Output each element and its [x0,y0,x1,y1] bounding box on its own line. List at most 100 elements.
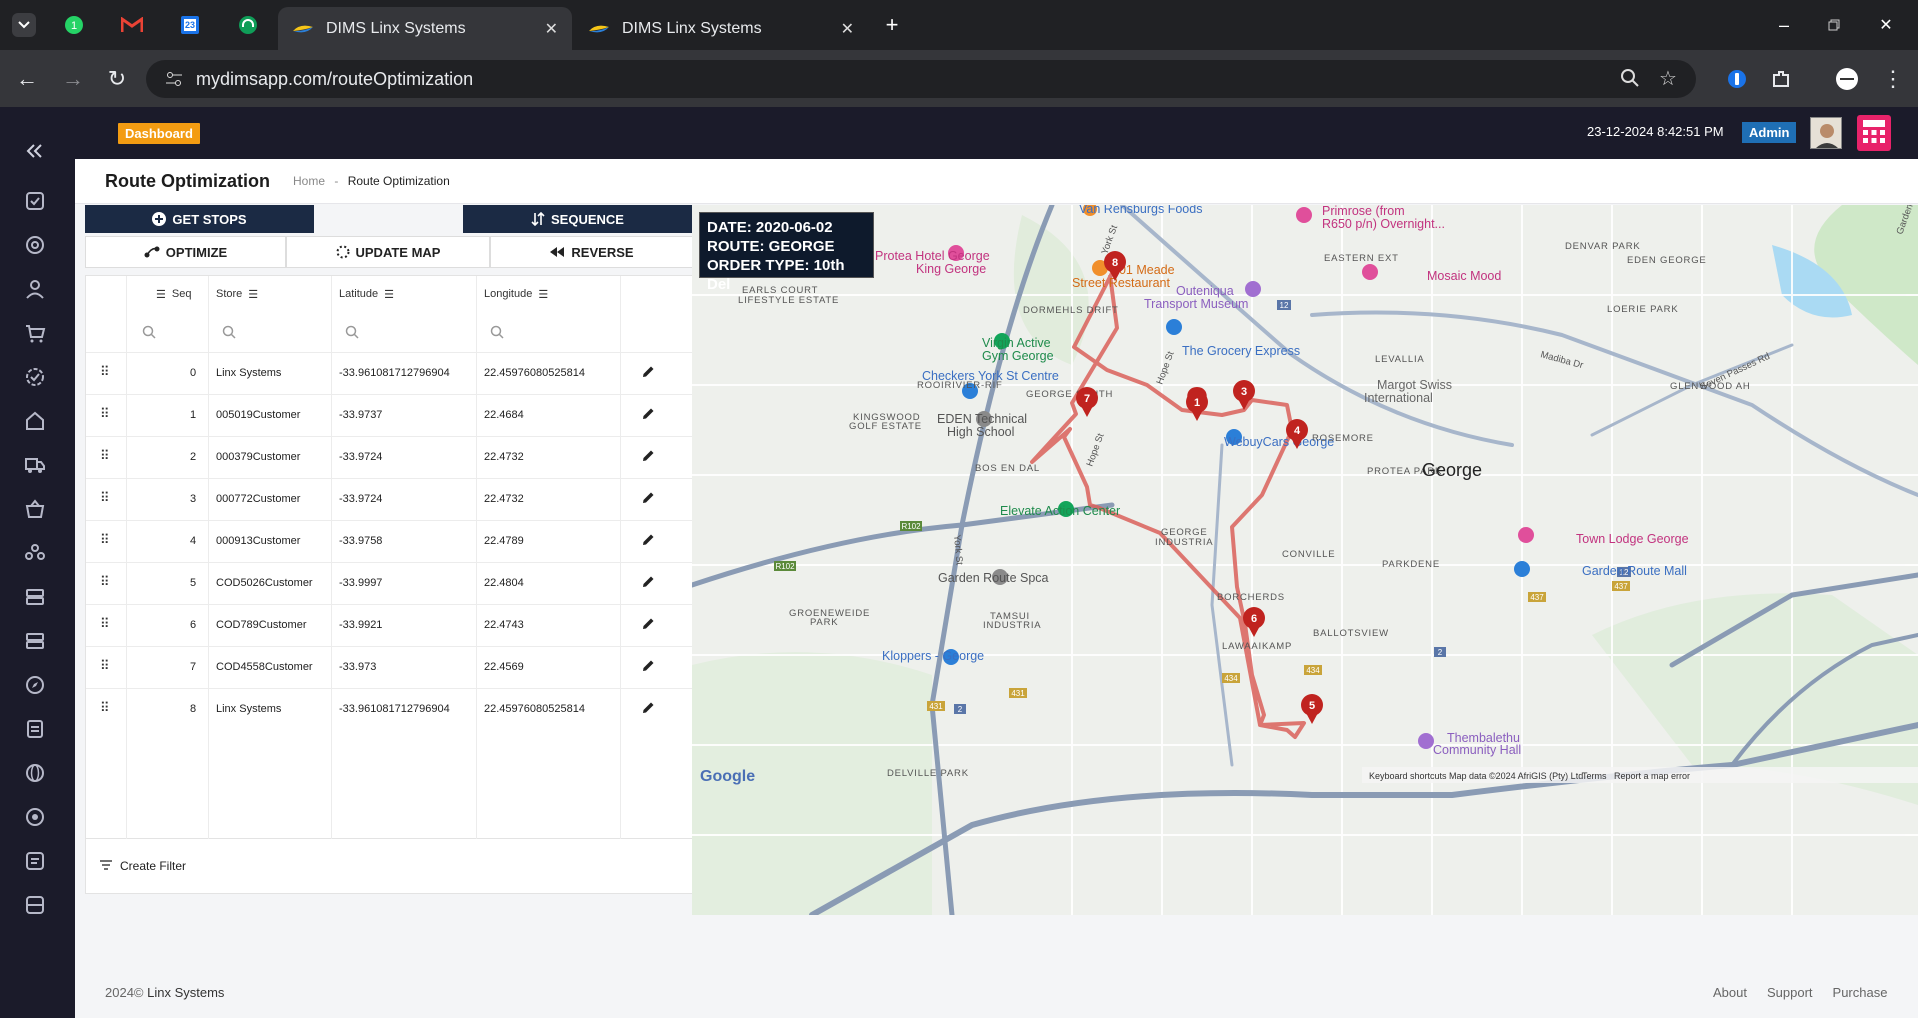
zoom-icon[interactable] [1620,68,1640,88]
calculator-icon[interactable] [1857,115,1891,151]
store-filter-search-icon[interactable] [222,312,236,352]
chrome-menu-icon[interactable]: ⋮ [1880,66,1906,92]
tab-dims-active[interactable]: DIMS Linx Systems ✕ [278,7,572,50]
reverse-button[interactable]: REVERSE [490,236,693,268]
area-label: ROOIRIVIER-RIF [917,380,1003,391]
cart-icon[interactable] [24,322,46,344]
user-avatar[interactable] [1810,117,1842,149]
stack-icon[interactable] [24,630,46,652]
drag-handle-icon[interactable]: ⠿ [100,616,110,632]
tab-close-icon[interactable]: ✕ [841,19,854,39]
edit-pencil-icon[interactable] [642,701,655,717]
extensions-icon[interactable] [1768,66,1794,92]
drag-handle-icon[interactable]: ⠿ [100,658,110,674]
site-settings-icon[interactable] [164,69,184,89]
latitude-filter-search-icon[interactable] [345,312,359,352]
database-icon[interactable] [24,894,46,916]
edit-pencil-icon[interactable] [642,533,655,549]
badge-icon[interactable] [24,366,46,388]
longitude-filter-search-icon[interactable] [490,312,504,352]
edit-pencil-icon[interactable] [642,575,655,591]
group-icon[interactable] [24,542,46,564]
column-header-seq[interactable]: ☰ Seq [156,276,191,312]
globe-icon[interactable] [24,762,46,784]
table-row[interactable]: ⠿ 3 000772Customer -33.9724 22.4732 [86,478,692,520]
place-label: Kloppers - George [882,649,984,663]
password-manager-icon[interactable] [1724,66,1750,92]
calendar-icon[interactable]: 23 [178,13,202,37]
create-filter-button[interactable]: Create Filter [85,839,693,894]
whatsapp-icon[interactable]: 1 [62,13,86,37]
tab-close-icon[interactable]: ✕ [545,19,558,39]
drag-handle-icon[interactable]: ⠿ [100,448,110,464]
target-icon[interactable] [24,806,46,828]
edit-pencil-icon[interactable] [642,365,655,381]
note-icon[interactable] [24,850,46,872]
column-header-latitude[interactable]: Latitude ☰ [339,276,394,312]
headset-icon[interactable] [236,13,260,37]
checklist-icon[interactable] [24,190,46,212]
url-field[interactable]: mydimsapp.com/routeOptimization ☆ [146,60,1696,98]
back-icon[interactable]: ← [14,66,40,92]
drag-handle-icon[interactable]: ⠿ [100,532,110,548]
minimize-icon[interactable]: – [1772,13,1796,37]
user-icon[interactable] [24,278,46,300]
admin-badge[interactable]: Admin [1742,122,1797,143]
update-map-button[interactable]: UPDATE MAP [286,236,490,268]
route-map[interactable]: R102 R102 12 12 2 2 431 431 434 434 437 … [692,205,1918,915]
drag-handle-icon[interactable]: ⠿ [100,700,110,716]
cell-store: COD789Customer [216,619,307,631]
settings-circle-icon[interactable] [24,234,46,256]
compass-icon[interactable] [24,674,46,696]
table-row[interactable]: ⠿ 5 COD5026Customer -33.9997 22.4804 [86,562,692,604]
footer-link-purchase[interactable]: Purchase [1833,985,1888,1000]
drag-handle-icon[interactable]: ⠿ [100,364,110,380]
map-canvas[interactable]: R102 R102 12 12 2 2 431 431 434 434 437 … [692,205,1918,915]
breadcrumb-home[interactable]: Home [293,174,325,188]
edit-pencil-icon[interactable] [642,659,655,675]
home-icon[interactable] [24,410,46,432]
forward-icon[interactable]: → [60,66,86,92]
stop-number: 3 [1241,386,1247,398]
get-stops-button[interactable]: GET STOPS [85,205,314,233]
breadcrumb-separator: - [334,174,339,188]
tab-dims-inactive[interactable]: DIMS Linx Systems ✕ [574,7,868,50]
sequence-button[interactable]: SEQUENCE [463,205,692,233]
truck-icon[interactable] [24,454,46,476]
optimize-button[interactable]: OPTIMIZE [85,236,286,268]
column-header-longitude[interactable]: Longitude ☰ [484,276,548,312]
profile-avatar-icon[interactable] [1834,66,1860,92]
footer-link-about[interactable]: About [1713,985,1747,1000]
column-header-store[interactable]: Store ☰ [216,276,258,312]
restore-icon[interactable] [1822,13,1846,37]
edit-pencil-icon[interactable] [642,617,655,633]
table-row[interactable]: ⠿ 7 COD4558Customer -33.973 22.4569 [86,646,692,688]
footer-link-support[interactable]: Support [1767,985,1813,1000]
table-row[interactable]: ⠿ 6 COD789Customer -33.9921 22.4743 [86,604,692,646]
drag-handle-icon[interactable]: ⠿ [100,406,110,422]
window-close-icon[interactable]: ✕ [1874,13,1898,37]
table-row[interactable]: ⠿ 4 000913Customer -33.9758 22.4789 [86,520,692,562]
gmail-icon[interactable] [120,13,144,37]
edit-pencil-icon[interactable] [642,449,655,465]
table-row[interactable]: ⠿ 1 005019Customer -33.9737 22.4684 [86,394,692,436]
dashboard-button[interactable]: Dashboard [118,123,200,144]
seq-filter-search-icon[interactable] [142,312,156,352]
area-label: GOLF ESTATE [849,421,922,432]
edit-pencil-icon[interactable] [642,407,655,423]
table-row[interactable]: ⠿ 0 Linx Systems -33.961081712796904 22.4597… [86,352,692,394]
edit-pencil-icon[interactable] [642,491,655,507]
drag-handle-icon[interactable]: ⠿ [100,574,110,590]
attribution-link: Terms [1582,771,1607,781]
table-row[interactable]: ⠿ 2 000379Customer -33.9724 22.4732 [86,436,692,478]
tab-list-icon[interactable] [12,13,36,37]
layers-icon[interactable] [24,586,46,608]
new-tab-icon[interactable]: + [880,12,904,37]
basket-icon[interactable] [24,498,46,520]
collapse-sidebar-icon[interactable] [24,140,46,162]
reload-icon[interactable]: ↻ [104,66,130,92]
document-icon[interactable] [24,718,46,740]
bookmark-star-icon[interactable]: ☆ [1659,66,1677,91]
table-row[interactable]: ⠿ 8 Linx Systems -33.961081712796904 22.4597… [86,688,692,730]
drag-handle-icon[interactable]: ⠿ [100,490,110,506]
